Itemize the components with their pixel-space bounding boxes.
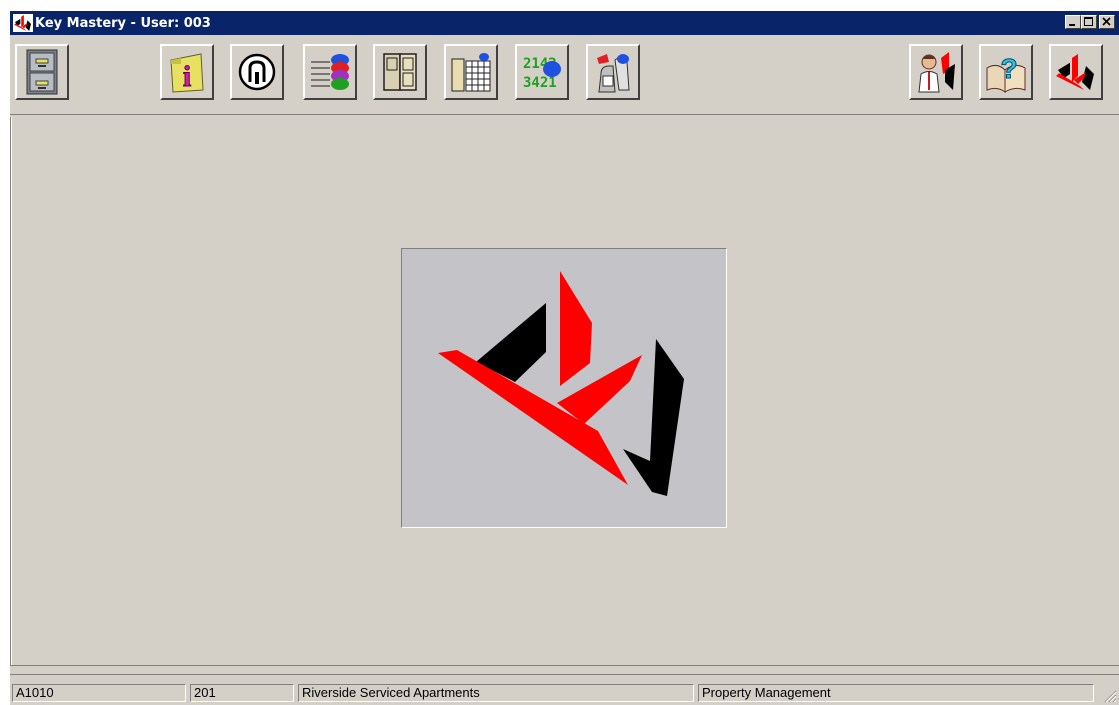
maximize-button[interactable]: [1081, 15, 1097, 29]
status-code: A1010: [12, 684, 186, 702]
person-icon: [918, 52, 955, 93]
window-title: Key Mastery - User: 003: [35, 15, 211, 31]
horizontal-separator: [10, 665, 1119, 675]
door-grid-button[interactable]: [444, 44, 498, 100]
app-logo-icon: [1056, 54, 1094, 90]
key-list-icon: [311, 54, 349, 90]
key-cylinder-icon: [238, 53, 276, 91]
about-button[interactable]: [1049, 44, 1103, 100]
app-logo-icon: [438, 271, 684, 496]
key-issue-button[interactable]: [586, 44, 640, 100]
doors-icon: [383, 53, 417, 91]
minimize-icon: [1069, 24, 1075, 26]
help-book-icon: ?: [986, 53, 1026, 93]
svg-text:i: i: [183, 60, 191, 93]
main-workspace: [10, 117, 1119, 665]
key-codes-button[interactable]: 2142 3421: [515, 44, 569, 100]
app-logo-icon: [13, 14, 33, 32]
status-bar: A1010 201 Riverside Serviced Apartments …: [10, 683, 1119, 705]
toolbar: i 2142 3421 ?: [10, 35, 1119, 118]
key-codes-icon: 2142 3421: [523, 56, 561, 91]
status-property: Riverside Serviced Apartments: [298, 684, 694, 702]
title-bar[interactable]: Key Mastery - User: 003: [10, 11, 1119, 35]
status-number: 201: [190, 684, 294, 702]
workspace-edge: [10, 117, 12, 665]
svg-text:3421: 3421: [523, 75, 557, 91]
status-module: Property Management: [698, 684, 1094, 702]
file-cabinet-icon: [26, 49, 58, 95]
splash-logo-panel: [401, 248, 727, 528]
maximize-icon: [1084, 17, 1093, 26]
file-cabinet-button[interactable]: [15, 44, 69, 100]
key-cylinder-button[interactable]: [230, 44, 284, 100]
key-list-button[interactable]: [303, 44, 357, 100]
user-button[interactable]: [909, 44, 963, 100]
doors-button[interactable]: [373, 44, 427, 100]
minimize-button[interactable]: [1065, 15, 1081, 29]
info-icon: i: [170, 53, 204, 94]
help-button[interactable]: ?: [979, 44, 1033, 100]
main-window: Key Mastery - User: 003 i 2142 3421 ? A1…: [10, 11, 1119, 705]
key-issue-icon: [597, 54, 630, 93]
close-icon: [1102, 17, 1111, 26]
resize-grip-icon[interactable]: [1103, 689, 1117, 703]
info-button[interactable]: i: [160, 44, 214, 100]
door-grid-icon: [451, 53, 491, 92]
svg-text:?: ?: [1000, 53, 1017, 84]
close-button[interactable]: [1099, 15, 1115, 29]
window-controls: [1065, 15, 1115, 29]
